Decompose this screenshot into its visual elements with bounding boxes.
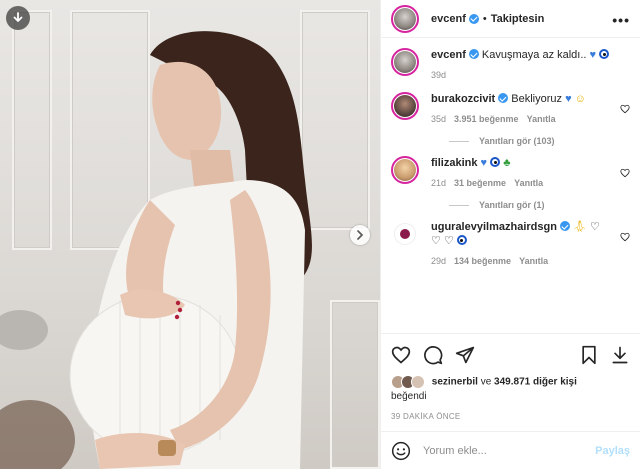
likes-summary[interactable]: sezinerbil ve 349.871 diğer kişi beğendi bbox=[381, 375, 640, 404]
caption-username[interactable]: evcenf bbox=[431, 49, 466, 61]
instagram-post-view: evcenf • Takiptesin ••• evcenf Kavuşmaya… bbox=[0, 0, 640, 469]
view-replies-button[interactable]: Yanıtları gör (1) bbox=[449, 200, 630, 210]
evil-eye-icon bbox=[599, 49, 610, 59]
verified-badge-icon bbox=[468, 49, 479, 59]
post-photo[interactable] bbox=[0, 0, 380, 469]
comment-item: filizakink ♥ ♣ 21d 31 beğenme Yanıtla bbox=[391, 146, 630, 190]
white-heart-icon: ♡ bbox=[443, 235, 454, 247]
pregnant-woman-figure bbox=[0, 31, 312, 469]
reply-button[interactable]: Yanıtla bbox=[519, 254, 548, 268]
separator-dot: • bbox=[482, 12, 487, 25]
avatar[interactable] bbox=[391, 4, 419, 33]
likes-suffix: beğendi bbox=[391, 391, 427, 402]
caption-time: 39d bbox=[431, 70, 447, 80]
avatar[interactable] bbox=[391, 48, 419, 76]
post-timestamp: 39 DAKİKA ÖNCE bbox=[391, 412, 461, 421]
like-comment-heart-icon[interactable] bbox=[620, 168, 630, 178]
comment-username[interactable]: filizakink bbox=[431, 157, 477, 169]
next-photo-button[interactable] bbox=[350, 225, 370, 245]
like-comment-heart-icon[interactable] bbox=[620, 232, 630, 242]
comment-likes[interactable]: 3.951 beğenme bbox=[454, 112, 519, 126]
author-username[interactable]: evcenf bbox=[431, 13, 466, 25]
comment-username[interactable]: burakozcivit bbox=[431, 93, 495, 105]
evil-eye-icon bbox=[490, 157, 501, 167]
comment-icon[interactable] bbox=[423, 345, 443, 365]
comment-username[interactable]: uguralevyilmazhairdsgn bbox=[431, 221, 557, 233]
post-header: evcenf • Takiptesin ••• bbox=[381, 0, 640, 38]
blue-heart-icon: ♥ bbox=[565, 93, 572, 105]
download-button[interactable] bbox=[6, 6, 30, 30]
smiley-icon[interactable] bbox=[391, 441, 411, 461]
post-comment-button[interactable]: Paylaş bbox=[595, 445, 630, 457]
reply-button[interactable]: Yanıtla bbox=[527, 112, 556, 126]
comment-time: 29d bbox=[431, 256, 447, 266]
comment-time: 35d bbox=[431, 114, 447, 124]
comment-time: 21d bbox=[431, 178, 447, 188]
post-side-panel: evcenf • Takiptesin ••• evcenf Kavuşmaya… bbox=[380, 0, 640, 469]
view-replies-button[interactable]: Yanıtları gör (103) bbox=[449, 136, 630, 146]
chevron-right-icon bbox=[357, 230, 364, 240]
liker-username[interactable]: sezinerbil bbox=[432, 377, 478, 388]
comment-input[interactable] bbox=[423, 444, 596, 457]
liker-avatars bbox=[391, 375, 425, 390]
comment-item: burakozcivit Bekliyoruz ♥ ☺ 35d 3.951 be… bbox=[391, 82, 630, 126]
caption: evcenf Kavuşmaya az kaldı.. ♥ 39d bbox=[391, 38, 630, 82]
folded-hands-icon: 🙏︎ bbox=[573, 221, 587, 233]
evil-eye-icon bbox=[456, 235, 467, 245]
white-heart-icon: ♡ bbox=[431, 235, 441, 247]
blue-heart-icon: ♥ bbox=[589, 49, 597, 61]
comment-likes[interactable]: 31 beğenme bbox=[454, 176, 506, 190]
avatar[interactable] bbox=[391, 220, 419, 248]
verified-badge-icon bbox=[468, 13, 479, 24]
add-comment-bar: Paylaş bbox=[381, 431, 640, 469]
post-actions-bar bbox=[381, 333, 640, 375]
replies-divider bbox=[449, 204, 469, 206]
paper-plane-icon[interactable] bbox=[455, 345, 475, 365]
smiling-face-halo-icon: ☺ bbox=[574, 93, 586, 105]
comment-text: Bekliyoruz bbox=[511, 93, 562, 105]
view-replies-label: Yanıtları gör (103) bbox=[479, 136, 555, 146]
follow-status-button[interactable]: Takiptesin bbox=[491, 13, 545, 25]
verified-badge-icon bbox=[559, 221, 570, 231]
blue-heart-icon: ♥ bbox=[480, 157, 488, 169]
bookmark-icon[interactable] bbox=[580, 345, 598, 365]
avatar[interactable] bbox=[391, 156, 419, 184]
comment-item: uguralevyilmazhairdsgn 🙏︎ ♡ ♡ ♡ 29d 134 … bbox=[391, 210, 630, 268]
heart-icon[interactable] bbox=[391, 345, 411, 365]
avatar[interactable] bbox=[391, 92, 419, 120]
like-comment-heart-icon[interactable] bbox=[620, 104, 630, 114]
four-leaf-clover-icon: ♣ bbox=[503, 157, 511, 169]
verified-badge-icon bbox=[498, 93, 509, 103]
comment-likes[interactable]: 134 beğenme bbox=[454, 254, 511, 268]
more-options-icon[interactable]: ••• bbox=[612, 12, 630, 28]
caption-text: Kavuşmaya az kaldı.. bbox=[481, 49, 587, 61]
likes-count[interactable]: 349.871 diğer kişi bbox=[494, 377, 577, 388]
white-heart-icon: ♡ bbox=[590, 221, 600, 233]
likes-connector: ve bbox=[480, 377, 492, 388]
reply-button[interactable]: Yanıtla bbox=[514, 176, 543, 190]
replies-divider bbox=[449, 140, 469, 142]
comments-list[interactable]: evcenf Kavuşmaya az kaldı.. ♥ 39d burako… bbox=[381, 38, 640, 333]
view-replies-label: Yanıtları gör (1) bbox=[479, 200, 545, 210]
download-icon bbox=[13, 12, 23, 22]
download-icon[interactable] bbox=[610, 345, 630, 365]
